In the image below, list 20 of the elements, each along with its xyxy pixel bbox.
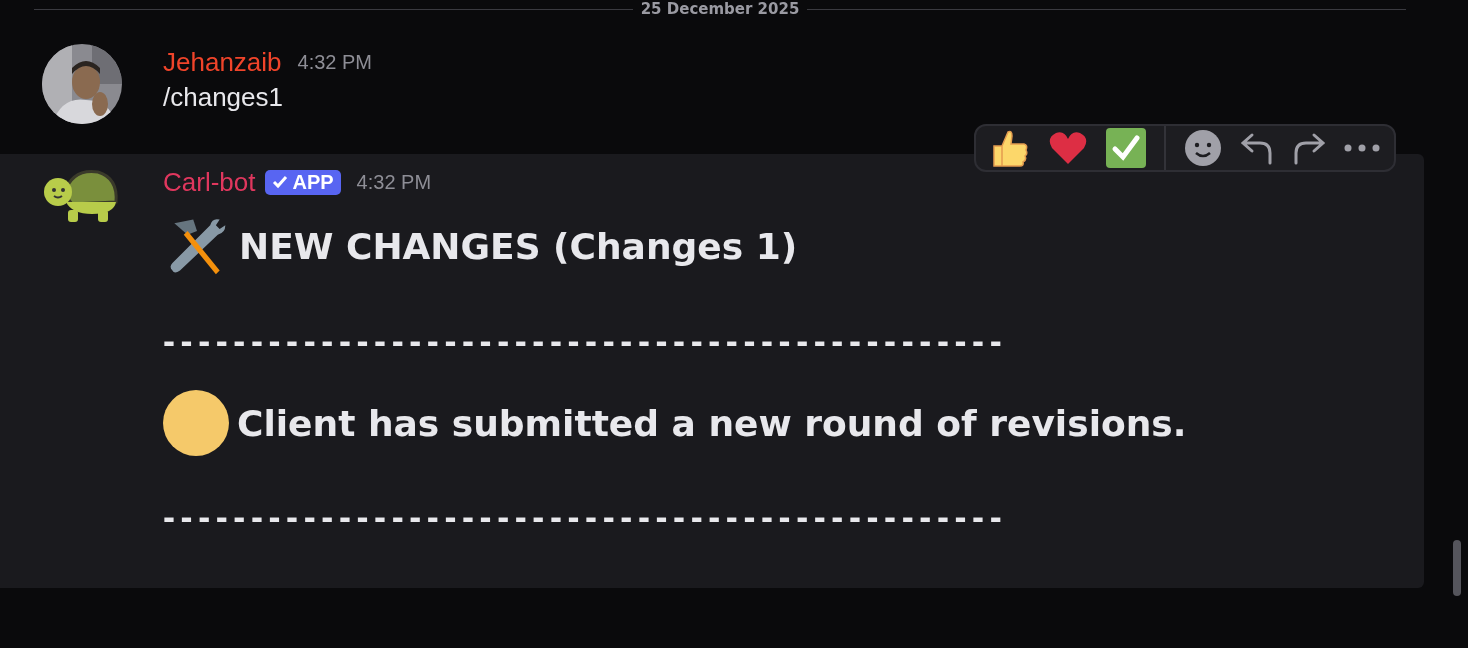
dash-line: ------------------------------------------------ [163,496,1009,538]
thumbs-up-icon[interactable] [990,128,1030,168]
circle-icon [163,390,229,456]
message-text: Client has submitted a new round of revisions. [237,402,1187,444]
check-icon[interactable] [1106,128,1146,168]
dash-line: ------------------------------------------------ [163,320,1009,362]
author-name[interactable]: Jehanzaib [163,46,282,78]
message-text: /changes1 [163,82,284,113]
message-text: NEW CHANGES (Changes 1) [239,225,798,267]
more-icon[interactable] [1344,144,1380,152]
smiley-icon[interactable] [1184,129,1222,167]
forward-icon[interactable] [1292,131,1326,165]
date-divider: 25 December 2025 [640,0,800,18]
author-name[interactable]: Carl-bot [163,166,256,198]
timestamp: 4:32 PM [356,170,432,194]
scrollbar-thumb[interactable] [1453,540,1461,596]
timestamp: 4:32 PM [297,50,373,74]
reply-icon[interactable] [1240,131,1274,165]
heart-icon[interactable] [1048,130,1088,166]
app-badge: APP [265,169,341,195]
